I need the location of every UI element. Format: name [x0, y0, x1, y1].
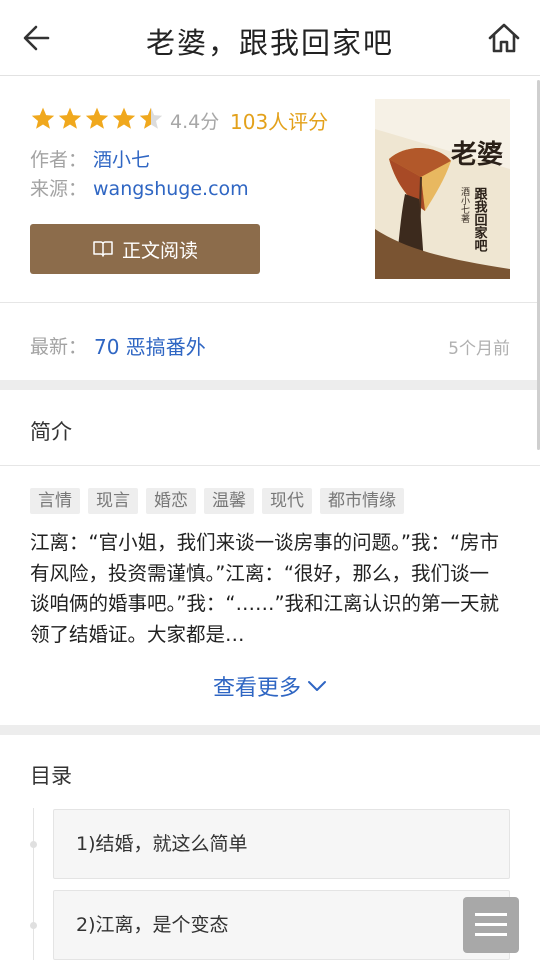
toc-chapter-item[interactable]: 2)江离，是个变态 — [53, 890, 510, 960]
tag-item[interactable]: 婚恋 — [146, 488, 196, 514]
book-info-panel: 4.4分 103人评分 作者： 酒小七 来源： wangshuge.com 正文阅读… — [0, 77, 540, 303]
toc-dot — [30, 922, 37, 929]
tag-item[interactable]: 现言 — [88, 488, 138, 514]
section-divider — [0, 725, 540, 735]
top-bar: 老婆，跟我回家吧 — [0, 0, 540, 76]
tag-item[interactable]: 言情 — [30, 488, 80, 514]
cover-subtitle: 跟我回家吧 — [472, 187, 488, 253]
book-summary: 江离：“官小姐，我们来谈一谈房事的问题。”我：“房市有风险，投资需谨慎。”江离：… — [30, 531, 500, 646]
latest-update-time: 5个月前 — [448, 339, 510, 359]
rating-score: 4.4分 — [170, 111, 220, 133]
intro-title: 简介 — [30, 420, 72, 444]
toc-dot — [30, 841, 37, 848]
menu-icon-bar — [475, 923, 507, 926]
book-cover-art: 老婆 跟我回家吧 酒小七著 — [375, 99, 510, 279]
toc-title: 目录 — [30, 764, 72, 788]
latest-chapter-row[interactable]: 最新： 70 恶搞番外 5个月前 — [0, 304, 540, 380]
tag-list: 言情 现言 婚恋 温馨 现代 都市情缘 — [30, 488, 412, 514]
home-button[interactable] — [482, 18, 526, 58]
cover-title: 老婆 — [451, 140, 503, 170]
intro-header: 简介 — [0, 390, 540, 466]
source-row: 来源： wangshuge.com — [30, 174, 249, 201]
star-full-icon — [58, 107, 82, 129]
chevron-down-icon — [308, 681, 326, 691]
view-more-button[interactable]: 查看更多 — [0, 670, 540, 702]
rating-stars — [30, 104, 165, 134]
author-row: 作者： 酒小七 — [30, 145, 150, 172]
star-full-icon — [31, 107, 55, 129]
star-half-icon — [139, 107, 163, 129]
latest-label: 最新： — [30, 336, 88, 358]
star-full-icon — [85, 107, 109, 129]
home-icon — [488, 23, 520, 53]
view-more-label: 查看更多 — [212, 676, 301, 701]
floating-menu-button[interactable] — [463, 897, 519, 953]
toc-chapter-item[interactable]: 1)结婚，就这么简单 — [53, 809, 510, 879]
tag-item[interactable]: 都市情缘 — [320, 488, 404, 514]
tag-item[interactable]: 温馨 — [204, 488, 254, 514]
author-link[interactable]: 酒小七 — [93, 149, 150, 171]
read-button-label: 正文阅读 — [121, 239, 198, 262]
menu-icon-bar — [475, 933, 507, 936]
latest-chapter-link[interactable]: 70 恶搞番外 — [94, 331, 206, 360]
star-full-icon — [112, 107, 136, 129]
page-title: 老婆，跟我回家吧 — [145, 26, 394, 60]
menu-icon-bar — [475, 913, 507, 916]
back-arrow-icon — [23, 25, 50, 51]
rating-count-link[interactable]: 103人评分 — [230, 106, 328, 135]
author-label: 作者： — [30, 149, 88, 171]
book-cover-image[interactable]: 老婆 跟我回家吧 酒小七著 — [375, 99, 510, 279]
source-link[interactable]: wangshuge.com — [93, 178, 249, 200]
source-label: 来源： — [30, 178, 88, 200]
section-divider — [0, 380, 540, 390]
read-book-button[interactable]: 正文阅读 — [30, 224, 260, 274]
back-button[interactable] — [14, 18, 58, 58]
tag-item[interactable]: 现代 — [262, 488, 312, 514]
book-icon — [93, 241, 113, 257]
toc-timeline — [33, 808, 34, 960]
cover-author: 酒小七著 — [459, 187, 470, 223]
